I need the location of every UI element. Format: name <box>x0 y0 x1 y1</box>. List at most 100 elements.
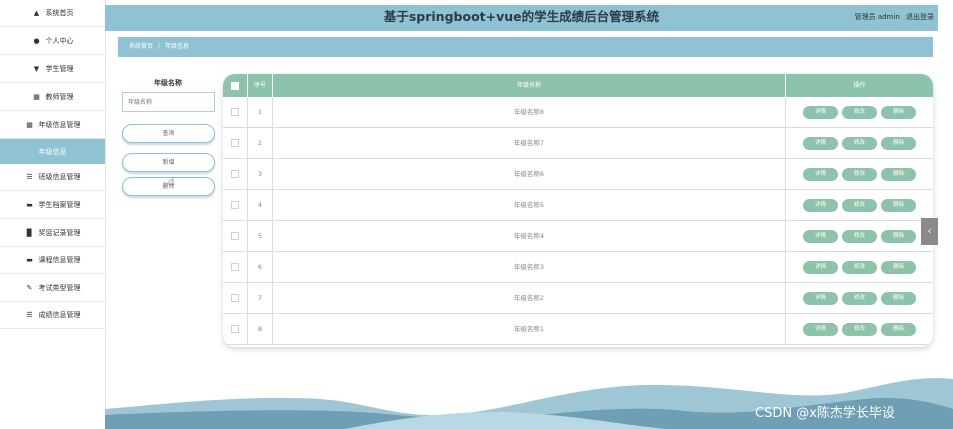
detail-button[interactable]: 详情 <box>803 322 838 336</box>
detail-button[interactable]: 详情 <box>803 136 838 150</box>
row-checkbox[interactable] <box>231 201 239 209</box>
row-checkbox[interactable] <box>231 108 239 116</box>
detail-button[interactable]: 详情 <box>803 229 838 243</box>
row-checkbox[interactable] <box>231 325 239 333</box>
table-row: 1 年级名称8 详情 修改 删除 <box>223 97 933 128</box>
row-delete-button[interactable]: 删除 <box>881 260 916 274</box>
sidebar-item-exam-types[interactable]: ✎ 考试类型管理 <box>0 275 105 302</box>
sidebar-item-label: 年级信息 <box>38 147 67 156</box>
monitor-icon: ▬ <box>26 256 33 264</box>
row-grade-name: 年级名称5 <box>273 190 786 220</box>
query-button[interactable]: 查询 <box>122 124 215 143</box>
edit-button[interactable]: 修改 <box>842 322 877 336</box>
row-actions: 详情 修改 删除 <box>786 128 933 158</box>
table-row: 8 年级名称1 详情 修改 删除 <box>223 314 933 345</box>
row-index: 8 <box>248 314 273 344</box>
logout-link[interactable]: 退出登录 <box>906 13 934 21</box>
header-index: 序号 <box>248 74 273 97</box>
row-delete-button[interactable]: 删除 <box>881 167 916 181</box>
sidebar-item-student-archive[interactable]: ▬ 学生档案管理 <box>0 192 105 219</box>
sidebar-item-scores[interactable]: ☰ 成绩信息管理 <box>0 302 105 329</box>
detail-button[interactable]: 详情 <box>803 198 838 212</box>
grade-table: 序号 年级名称 操作 1 年级名称8 详情 修改 删除 2 年级名称7 详情 修改 删除 3 年级名称… <box>223 74 933 347</box>
chevron-left-icon: ‹ <box>927 226 932 237</box>
sidebar-item-label: 学生档案管理 <box>38 201 81 209</box>
sidebar-item-class-management[interactable]: ☰ 班级信息管理 <box>0 164 105 191</box>
row-checkbox-cell[interactable] <box>223 128 248 158</box>
breadcrumb-home[interactable]: 系统首页 <box>129 43 153 50</box>
edit-button[interactable]: 修改 <box>842 167 877 181</box>
sidebar-item-grade-info[interactable]: 年级信息 <box>0 139 105 164</box>
student-icon: ▼ <box>33 65 40 73</box>
sidebar-item-label: 课程信息管理 <box>38 256 81 264</box>
sidebar: ▲ 系统首页 ● 个人中心 ▼ 学生管理 ▦ 教师管理 ▦ 年级信息管理 年级信… <box>0 0 106 429</box>
header-user-area: 管理员 admin 退出登录 <box>851 5 934 29</box>
row-grade-name: 年级名称7 <box>273 128 786 158</box>
sidebar-item-teachers[interactable]: ▦ 教师管理 <box>0 84 105 111</box>
grade-name-search-input[interactable] <box>122 92 215 112</box>
row-checkbox-cell[interactable] <box>223 221 248 251</box>
sidebar-item-profile[interactable]: ● 个人中心 <box>0 28 105 55</box>
sidebar-item-students[interactable]: ▼ 学生管理 <box>0 56 105 83</box>
list-icon: ☰ <box>26 173 33 181</box>
breadcrumb-separator: / <box>157 43 160 50</box>
breadcrumb: 系统首页 / 年级信息 <box>118 37 933 57</box>
row-actions: 详情 修改 删除 <box>786 190 933 220</box>
table-row: 2 年级名称7 详情 修改 删除 <box>223 128 933 159</box>
detail-button[interactable]: 详情 <box>803 291 838 305</box>
edit-button[interactable]: 修改 <box>842 105 877 119</box>
row-delete-button[interactable]: 删除 <box>881 229 916 243</box>
row-delete-button[interactable]: 删除 <box>881 291 916 305</box>
page-title: 基于springboot+vue的学生成绩后台管理系统 <box>383 9 660 24</box>
table-row: 3 年级名称6 详情 修改 删除 <box>223 159 933 190</box>
list-icon: ☰ <box>26 311 33 319</box>
row-index: 1 <box>248 97 273 127</box>
row-checkbox-cell[interactable] <box>223 252 248 282</box>
row-delete-button[interactable]: 删除 <box>881 322 916 336</box>
detail-button[interactable]: 详情 <box>803 260 838 274</box>
edit-button[interactable]: 修改 <box>842 260 877 274</box>
row-delete-button[interactable]: 删除 <box>881 105 916 119</box>
header-actions: 操作 <box>853 82 866 89</box>
edit-button[interactable]: 修改 <box>842 229 877 243</box>
detail-button[interactable]: 详情 <box>803 167 838 181</box>
row-actions: 详情 修改 删除 <box>786 283 933 313</box>
sidebar-item-label: 个人中心 <box>45 37 74 45</box>
row-grade-name: 年级名称6 <box>273 159 786 189</box>
row-actions: 详情 修改 删除 <box>786 97 933 127</box>
sidebar-item-grade-management[interactable]: ▦ 年级信息管理 <box>0 112 105 139</box>
row-checkbox-cell[interactable] <box>223 190 248 220</box>
row-checkbox-cell[interactable] <box>223 314 248 344</box>
row-checkbox-cell[interactable] <box>223 97 248 127</box>
row-grade-name: 年级名称2 <box>273 283 786 313</box>
row-index: 5 <box>248 221 273 251</box>
row-grade-name: 年级名称3 <box>273 252 786 282</box>
edit-button[interactable]: 修改 <box>842 198 877 212</box>
row-delete-button[interactable]: 删除 <box>881 198 916 212</box>
row-delete-button[interactable]: 删除 <box>881 136 916 150</box>
detail-button[interactable]: 详情 <box>803 105 838 119</box>
sidebar-item-home[interactable]: ▲ 系统首页 <box>0 0 105 27</box>
sidebar-item-rewards[interactable]: ▉ 奖惩记录管理 <box>0 220 105 247</box>
row-index: 7 <box>248 283 273 313</box>
select-all-checkbox[interactable] <box>231 81 239 90</box>
row-checkbox[interactable] <box>231 232 239 240</box>
sidebar-item-courses[interactable]: ▬ 课程信息管理 <box>0 247 105 274</box>
header-checkbox-cell[interactable] <box>223 74 248 97</box>
row-checkbox-cell[interactable] <box>223 159 248 189</box>
row-grade-name: 年级名称8 <box>273 97 786 127</box>
row-checkbox[interactable] <box>231 263 239 271</box>
sidebar-item-label: 学生管理 <box>45 65 74 73</box>
sidebar-item-label: 教师管理 <box>45 93 74 101</box>
row-checkbox[interactable] <box>231 170 239 178</box>
edit-button[interactable]: 修改 <box>842 136 877 150</box>
row-checkbox[interactable] <box>231 139 239 147</box>
user-icon: ● <box>33 37 40 45</box>
edit-button[interactable]: 修改 <box>842 291 877 305</box>
row-checkbox-cell[interactable] <box>223 283 248 313</box>
sidebar-item-label: 年级信息管理 <box>38 121 81 129</box>
bar-chart-icon: ▉ <box>26 229 33 237</box>
row-checkbox[interactable] <box>231 294 239 302</box>
add-button[interactable]: 新增 <box>122 153 215 172</box>
collapse-tab[interactable]: ‹ <box>921 218 938 245</box>
